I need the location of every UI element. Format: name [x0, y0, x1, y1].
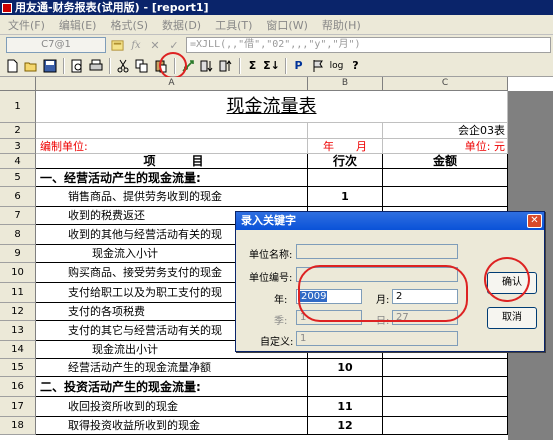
cell-c[interactable] [383, 169, 508, 187]
window-titlebar: 用友通-财务报表(试用版) - [report1] [0, 0, 553, 15]
formula-input[interactable]: =XJLL(,,"借","02",,,"y","月") [186, 37, 551, 53]
cell-a[interactable]: 收回投资所收到的现金 [36, 397, 308, 417]
row-header[interactable]: 18 [0, 417, 36, 435]
menu-window[interactable]: 窗口(W) [259, 17, 314, 33]
cell-a[interactable]: 二、投资活动产生的现金流量: [36, 377, 308, 397]
unit-number-label: 单位编号: [249, 273, 293, 284]
dialog-title: 录入关键字 [241, 214, 296, 227]
cell-c[interactable] [383, 397, 508, 417]
context-help-icon[interactable]: ? [347, 57, 364, 74]
row-header[interactable]: 10 [0, 263, 36, 283]
column-header-b[interactable]: B [308, 77, 383, 91]
cancel-formula-icon[interactable]: ✕ [147, 37, 163, 53]
menu-format[interactable]: 格式(S) [103, 17, 155, 33]
highlight-circle-date [298, 265, 468, 322]
cell-a[interactable]: 经营活动产生的现金流量净额 [36, 359, 308, 377]
sort-desc-icon[interactable] [198, 57, 215, 74]
row-header[interactable]: 13 [0, 321, 36, 341]
row-header[interactable]: 4 [0, 154, 36, 169]
cell-c[interactable]: 单位: 元 [383, 139, 508, 154]
row-header[interactable]: 3 [0, 139, 36, 154]
cell-a[interactable]: 编制单位: [36, 139, 308, 154]
cell-c[interactable] [383, 187, 508, 207]
toolbar: Σ Σ↓ P log ? [0, 55, 553, 77]
flag-icon[interactable] [309, 57, 326, 74]
copy-icon[interactable] [133, 57, 150, 74]
sum-icon[interactable]: Σ [244, 57, 261, 74]
cell-a[interactable] [36, 123, 308, 139]
cell-b[interactable]: 11 [308, 397, 383, 417]
cancel-button[interactable]: 取消 [487, 307, 537, 329]
cell-b[interactable]: 年 月 [308, 139, 383, 154]
menu-tools[interactable]: 工具(T) [208, 17, 259, 33]
cell-b[interactable]: 12 [308, 417, 383, 435]
unit-name-label: 单位名称: [249, 250, 293, 261]
save-icon[interactable] [41, 57, 58, 74]
new-file-icon[interactable] [3, 57, 20, 74]
print-icon[interactable] [87, 57, 104, 74]
row-header[interactable]: 2 [0, 123, 36, 139]
menu-data[interactable]: 数据(D) [155, 17, 208, 33]
highlight-circle-toolbar [159, 52, 187, 79]
p-icon[interactable]: P [290, 57, 307, 74]
cell-c[interactable] [383, 359, 508, 377]
log-icon[interactable]: log [328, 57, 345, 74]
row-header[interactable]: 14 [0, 341, 36, 359]
row-header[interactable]: 6 [0, 187, 36, 207]
sort-asc-icon[interactable] [217, 57, 234, 74]
cell-b[interactable] [308, 377, 383, 397]
menu-edit[interactable]: 编辑(E) [52, 17, 104, 33]
row-header[interactable]: 16 [0, 377, 36, 397]
cell-c[interactable] [383, 417, 508, 435]
sheet-corner[interactable] [0, 77, 36, 91]
cell-c[interactable]: 会企03表 [383, 123, 508, 139]
formula-bar: C7@1 fx ✕ ✓ =XJLL(,,"借","02",,,"y","月") [0, 35, 553, 55]
cell-b[interactable]: 10 [308, 359, 383, 377]
row-header[interactable]: 17 [0, 397, 36, 417]
row-header[interactable]: 8 [0, 225, 36, 245]
cell-a[interactable]: 销售商品、提供劳务收到的现金 [36, 187, 308, 207]
menu-bar: 文件(F) 编辑(E) 格式(S) 数据(D) 工具(T) 窗口(W) 帮助(H… [0, 15, 553, 35]
cell-b[interactable] [308, 123, 383, 139]
row-header[interactable]: 5 [0, 169, 36, 187]
custom-label: 自定义: [260, 337, 294, 348]
app-icon [2, 2, 12, 13]
row-header[interactable]: 1 [0, 91, 36, 123]
unit-name-field[interactable] [296, 244, 458, 259]
row-header[interactable]: 7 [0, 207, 36, 225]
print-preview-icon[interactable] [68, 57, 85, 74]
dialog-titlebar: 录入关键字 ✕ [236, 212, 544, 230]
cell-b[interactable]: 1 [308, 187, 383, 207]
cell-c[interactable] [383, 377, 508, 397]
cut-icon[interactable] [114, 57, 131, 74]
fx-icon[interactable]: fx [128, 37, 144, 53]
row-header[interactable]: 12 [0, 303, 36, 321]
confirm-formula-icon[interactable]: ✓ [166, 37, 182, 53]
year-label: 年: [274, 295, 288, 306]
open-folder-icon[interactable] [22, 57, 39, 74]
window-title: 用友通-财务报表(试用版) - [report1] [15, 1, 209, 14]
cell-reference-box[interactable]: C7@1 [6, 37, 106, 53]
row-header[interactable]: 9 [0, 245, 36, 263]
cell-a[interactable]: 取得投资收益所收到的现金 [36, 417, 308, 435]
custom-field[interactable]: 1 [296, 331, 458, 346]
row-header[interactable]: 15 [0, 359, 36, 377]
row-header[interactable]: 11 [0, 283, 36, 303]
close-icon[interactable]: ✕ [527, 214, 542, 228]
report-title[interactable]: 现金流量表 [36, 91, 508, 123]
cell-c[interactable]: 金额 [383, 154, 508, 169]
column-header-c[interactable]: C [383, 77, 508, 91]
cell-b[interactable]: 行次 [308, 154, 383, 169]
highlight-circle-ok [484, 257, 530, 302]
formula-edit-icon[interactable] [109, 37, 125, 53]
column-header-a[interactable]: A [36, 77, 308, 91]
cell-a[interactable]: 一、经营活动产生的现金流量: [36, 169, 308, 187]
cell-a[interactable]: 项 目 [36, 154, 308, 169]
cell-b[interactable] [308, 169, 383, 187]
sum-down-icon[interactable]: Σ↓ [263, 57, 280, 74]
quarter-label: 季: [274, 316, 288, 327]
menu-file[interactable]: 文件(F) [2, 17, 52, 33]
menu-help[interactable]: 帮助(H) [315, 17, 368, 33]
